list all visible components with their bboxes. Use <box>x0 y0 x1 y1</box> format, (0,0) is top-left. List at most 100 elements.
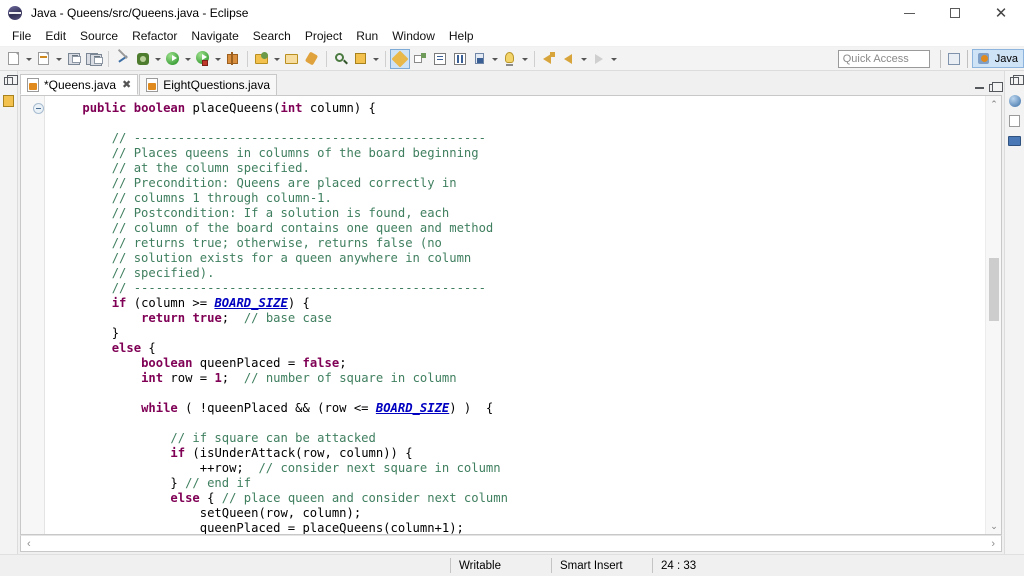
search-icon[interactable] <box>331 49 351 69</box>
restore-icon[interactable] <box>1 73 17 89</box>
source-code[interactable]: public boolean placeQueens(int column) {… <box>45 96 985 534</box>
new-java-class-icon[interactable] <box>34 49 54 69</box>
close-tab-icon[interactable]: ✖ <box>122 78 131 91</box>
last-edit-location-icon[interactable] <box>470 49 490 69</box>
skip-all-breakpoints-icon[interactable] <box>113 49 133 69</box>
new-java-class-dropdown-arrow[interactable] <box>54 49 64 69</box>
open-type-icon[interactable] <box>282 49 302 69</box>
toolbar-separator <box>247 51 248 67</box>
code-token-kw: int <box>141 371 163 385</box>
code-token-kw: while <box>141 401 178 415</box>
open-task-icon[interactable] <box>302 49 322 69</box>
save-icon[interactable] <box>64 49 84 69</box>
console-view-shortcut-icon[interactable] <box>1007 133 1023 149</box>
menu-item-project[interactable]: Project <box>298 27 349 45</box>
code-token-cm: // -------------------------------------… <box>112 281 486 295</box>
link-with-editor-icon[interactable] <box>410 49 430 69</box>
toggle-mark-occurrences-icon[interactable] <box>390 49 410 69</box>
new-java-package-icon[interactable] <box>351 49 371 69</box>
vertical-scrollbar-thumb[interactable] <box>989 258 999 321</box>
scroll-right-arrow[interactable]: › <box>991 538 995 550</box>
editor-view-controls <box>975 84 1002 95</box>
menu-item-window[interactable]: Window <box>385 27 442 45</box>
open-perspective-icon[interactable] <box>945 50 963 68</box>
next-annotation-icon[interactable] <box>430 49 450 69</box>
maximize-button[interactable] <box>932 0 978 26</box>
previous-annotation-icon[interactable] <box>450 49 470 69</box>
editor-left-ruler[interactable] <box>21 96 45 534</box>
maximize-editor-button[interactable] <box>989 84 998 92</box>
new-java-project-icon[interactable] <box>252 49 272 69</box>
code-token-cm: // Precondition: Queens are placed corre… <box>112 176 457 190</box>
outline-view-shortcut-icon[interactable] <box>1007 93 1023 109</box>
quick-access-input[interactable]: Quick Access <box>838 50 930 68</box>
code-token-cm: // columns 1 through column-1. <box>112 191 332 205</box>
run-dropdown-arrow[interactable] <box>183 49 193 69</box>
debug-icon[interactable] <box>133 49 153 69</box>
menu-item-help[interactable]: Help <box>442 27 481 45</box>
coverage-dropdown-arrow[interactable] <box>213 49 223 69</box>
debug-dropdown-arrow[interactable] <box>153 49 163 69</box>
scroll-left-arrow[interactable]: ‹ <box>27 538 31 550</box>
toolbar-separator <box>534 51 535 67</box>
toolbar-separator <box>326 51 327 67</box>
code-token-cm: // if square can be attacked <box>170 431 375 445</box>
external-tools-icon[interactable] <box>223 49 243 69</box>
scroll-down-arrow[interactable]: ⌄ <box>986 518 1002 534</box>
forward-icon[interactable] <box>589 49 609 69</box>
menu-item-search[interactable]: Search <box>246 27 298 45</box>
status-cursor-position: 24 : 33 <box>653 555 704 576</box>
close-button[interactable]: ✕ <box>978 0 1024 26</box>
menu-item-refactor[interactable]: Refactor <box>125 27 184 45</box>
java-perspective-icon <box>976 51 992 67</box>
left-shortcut-bar <box>0 71 18 554</box>
menu-item-run[interactable]: Run <box>349 27 385 45</box>
code-token-cm: // specified). <box>112 266 215 280</box>
package-explorer-shortcut-icon[interactable] <box>1 93 17 109</box>
save-all-icon[interactable] <box>84 49 104 69</box>
code-token-kw: int <box>281 101 303 115</box>
vertical-scrollbar[interactable]: ⌃ ⌄ <box>985 96 1001 534</box>
minimize-button[interactable] <box>886 0 932 26</box>
menu-item-navigate[interactable]: Navigate <box>184 27 245 45</box>
toolbar-separator <box>108 51 109 67</box>
editor-main: public boolean placeQueens(int column) {… <box>20 96 1002 535</box>
status-bar: Writable Smart Insert 24 : 33 <box>0 554 1024 576</box>
perspective-java-button[interactable]: Java <box>972 49 1024 68</box>
horizontal-scrollbar[interactable]: ‹ › <box>20 535 1002 552</box>
code-token-cm: // -------------------------------------… <box>112 131 486 145</box>
main-toolbar: Quick Access Java <box>0 47 1024 71</box>
code-token-cm: // column of the board contains one quee… <box>112 221 494 235</box>
menu-item-file[interactable]: File <box>5 27 38 45</box>
quick-fix-icon[interactable] <box>500 49 520 69</box>
scroll-up-arrow[interactable]: ⌃ <box>986 96 1002 112</box>
editor-tab-1[interactable]: EightQuestions.java <box>139 74 277 95</box>
code-token-kw: if <box>112 296 127 310</box>
last-edit-location-dropdown-arrow[interactable] <box>490 49 500 69</box>
code-token-fld: BOARD_SIZE <box>376 401 449 415</box>
code-viewport[interactable]: public boolean placeQueens(int column) {… <box>45 96 985 534</box>
new-java-package-dropdown-arrow[interactable] <box>371 49 381 69</box>
new-java-project-dropdown-arrow[interactable] <box>272 49 282 69</box>
code-token-kw: boolean <box>141 356 192 370</box>
new-wizard-icon[interactable] <box>4 49 24 69</box>
minimize-editor-button[interactable] <box>975 87 984 89</box>
editor-tab-label: *Queens.java <box>44 78 116 92</box>
toolbar-divider-2 <box>967 50 968 68</box>
collapse-fold-icon[interactable] <box>33 103 44 114</box>
task-list-shortcut-icon[interactable] <box>1007 113 1023 129</box>
back-history-icon[interactable] <box>539 49 559 69</box>
restore-icon[interactable] <box>1007 73 1023 89</box>
back-dropdown-arrow[interactable] <box>579 49 589 69</box>
editor-tab-0[interactable]: *Queens.java ✖ <box>20 74 138 95</box>
code-token-kw: 1 <box>214 371 221 385</box>
back-icon[interactable] <box>559 49 579 69</box>
forward-dropdown-arrow[interactable] <box>609 49 619 69</box>
coverage-icon[interactable] <box>193 49 213 69</box>
new-wizard-dropdown-arrow[interactable] <box>24 49 34 69</box>
menu-item-edit[interactable]: Edit <box>38 27 73 45</box>
quick-fix-dropdown-arrow[interactable] <box>520 49 530 69</box>
run-icon[interactable] <box>163 49 183 69</box>
menu-item-source[interactable]: Source <box>73 27 125 45</box>
status-insert-mode: Smart Insert <box>552 555 652 576</box>
